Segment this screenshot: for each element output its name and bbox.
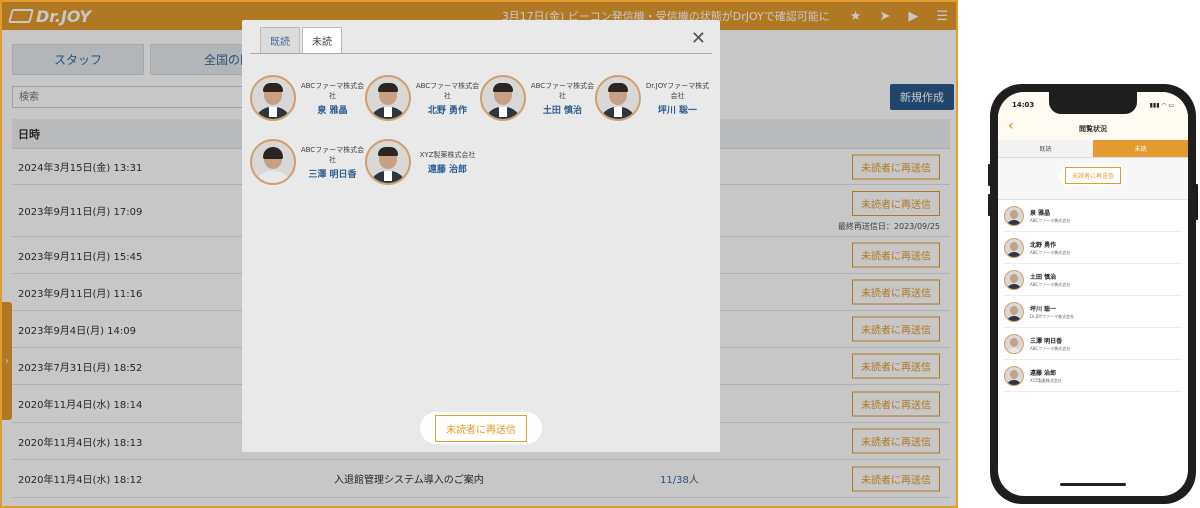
list-item[interactable]: 遠藤 治郎 XYZ製薬株式会社 (1004, 360, 1182, 392)
list-item[interactable]: 北野 勇作 ABCファーマ株式会社 (1004, 232, 1182, 264)
phone-page-title: 閲覧状況 (1079, 125, 1107, 133)
read-status-modal: 既読 未読 ✕ ABCファーマ株式会社泉 雅晶 ABCファーマ株式会社 北野 勇作… (242, 20, 720, 452)
phone-mockup: 14:03 ▮▮▮ ◠ ▭ ‹ 閲覧状況 既読 未読 未読者に再送信 泉 雅晶 A… (988, 84, 1198, 504)
phone-resend-button[interactable]: 未読者に再送信 (1064, 166, 1121, 184)
list-item-company: ABCファーマ株式会社 (1030, 249, 1071, 255)
member-card[interactable]: ABCファーマ株式会社三澤 明日香 (250, 134, 365, 190)
phone-volume-button (988, 194, 991, 216)
phone-resend-highlight: 未読者に再送信 (1058, 163, 1127, 187)
tab-read[interactable]: 既読 (260, 27, 300, 53)
avatar (1004, 365, 1024, 386)
phone-tab-unread[interactable]: 未読 (1093, 140, 1188, 158)
phone-power-button (1195, 184, 1198, 220)
phone-notch (1049, 92, 1137, 114)
list-item-name: 坪川 聡一 (1030, 305, 1057, 313)
list-item-name: 泉 雅晶 (1030, 209, 1051, 217)
avatar (1004, 269, 1024, 290)
member-name: 泉 雅晶 (317, 105, 348, 116)
avatar (365, 139, 411, 185)
avatar (1004, 333, 1024, 354)
member-company: ABCファーマ株式会社 (530, 81, 595, 100)
member-card[interactable]: Dr.JOYファーマ株式会社坪川 聡一 (595, 70, 710, 126)
list-item-company: ABCファーマ株式会社 (1030, 345, 1071, 351)
list-item[interactable]: 泉 雅晶 ABCファーマ株式会社 (1004, 200, 1182, 232)
member-company: ABCファーマ株式会社 (300, 145, 365, 164)
phone-volume-button (988, 164, 991, 186)
member-name: 三澤 明日香 (308, 169, 357, 180)
avatar (480, 75, 526, 121)
divider (998, 192, 1188, 200)
avatar (1004, 237, 1024, 258)
member-company: ABCファーマ株式会社 (300, 81, 365, 100)
avatar (250, 139, 296, 185)
member-name: 土田 慎治 (542, 105, 583, 116)
phone-tabs: 既読 未読 (998, 140, 1188, 158)
avatar (1004, 301, 1024, 322)
close-icon[interactable]: ✕ (691, 28, 706, 49)
phone-unread-list: 泉 雅晶 ABCファーマ株式会社 北野 勇作 ABCファーマ株式会社 土田 慎治 AB… (998, 200, 1188, 392)
signal-wifi-battery-icon: ▮▮▮ ◠ ▭ (1149, 101, 1174, 109)
phone-time: 14:03 (1012, 101, 1035, 109)
home-indicator (1060, 483, 1126, 486)
list-item[interactable]: 土田 慎治 ABCファーマ株式会社 (1004, 264, 1182, 296)
member-name: 坪川 聡一 (657, 105, 698, 116)
member-card[interactable]: XYZ製薬株式会社 遠藤 治郎 (365, 134, 480, 190)
phone-resend-zone: 未読者に再送信 (998, 158, 1188, 192)
tab-unread[interactable]: 未読 (302, 27, 342, 53)
modal-tabs: 既読 未読 (250, 20, 712, 54)
list-item-name: 北野 勇作 (1030, 241, 1057, 249)
member-card[interactable]: ABCファーマ株式会社北野 勇作 (365, 70, 480, 126)
member-company: Dr.JOYファーマ株式会社 (645, 81, 710, 100)
phone-tab-read[interactable]: 既読 (998, 140, 1093, 158)
member-name: 遠藤 治郎 (427, 164, 468, 175)
list-item-name: 遠藤 治郎 (1030, 369, 1057, 377)
list-item-name: 三澤 明日香 (1030, 337, 1063, 345)
member-card[interactable]: ABCファーマ株式会社泉 雅晶 (250, 70, 365, 126)
list-item-company: ABCファーマ株式会社 (1030, 217, 1071, 223)
list-item[interactable]: 坪川 聡一 Dr.JOYファーマ株式会社 (1004, 296, 1182, 328)
resend-unread-button[interactable]: 未読者に再送信 (435, 414, 527, 442)
member-card[interactable]: ABCファーマ株式会社土田 慎治 (480, 70, 595, 126)
back-chevron-icon[interactable]: ‹ (1008, 118, 1014, 134)
resend-highlight: 未読者に再送信 (420, 412, 542, 444)
list-item-company: Dr.JOYファーマ株式会社 (1030, 313, 1075, 319)
unread-member-grid: ABCファーマ株式会社泉 雅晶 ABCファーマ株式会社 北野 勇作 ABCファーマ… (242, 54, 720, 190)
list-item-company: ABCファーマ株式会社 (1030, 281, 1071, 287)
avatar (250, 75, 296, 121)
list-item-name: 土田 慎治 (1030, 273, 1057, 281)
member-company: XYZ製薬株式会社 (419, 150, 476, 159)
list-item[interactable]: 三澤 明日香 ABCファーマ株式会社 (1004, 328, 1182, 360)
desktop-app-window: Dr.JOY 3月17日(金) ビーコン発信機・受信機の状態がDrJOYで確認可… (0, 0, 958, 508)
avatar (595, 75, 641, 121)
list-item-company: XYZ製薬株式会社 (1030, 377, 1062, 383)
phone-header: ‹ 閲覧状況 (998, 118, 1188, 140)
member-name: 北野 勇作 (427, 105, 468, 116)
avatar (365, 75, 411, 121)
member-company: ABCファーマ株式会社 (415, 81, 480, 100)
phone-screen: 14:03 ▮▮▮ ◠ ▭ ‹ 閲覧状況 既読 未読 未読者に再送信 泉 雅晶 A… (998, 92, 1188, 496)
avatar (1004, 205, 1024, 226)
